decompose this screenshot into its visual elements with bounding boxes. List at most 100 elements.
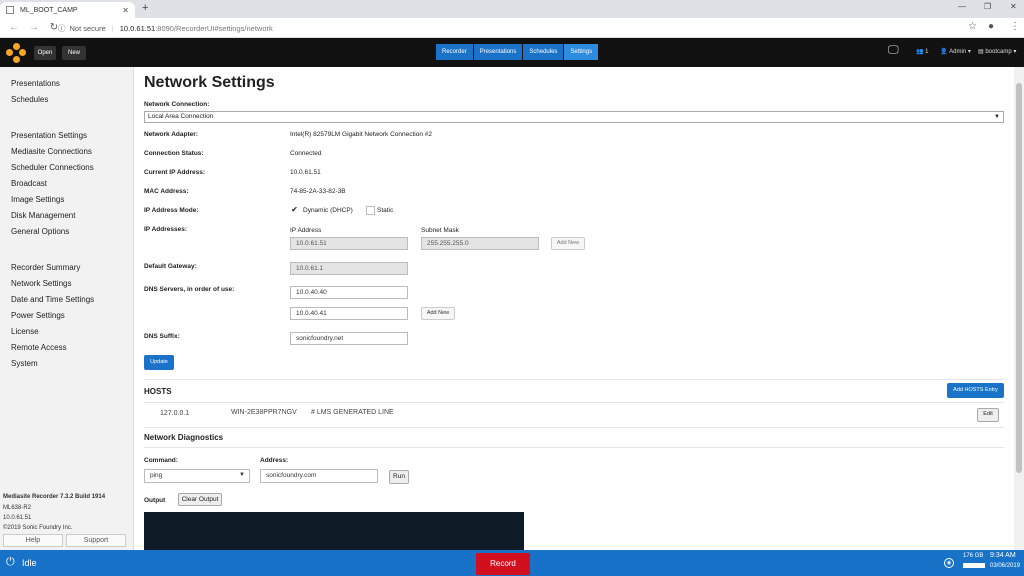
browser-tab-title: ML_BOOT_CAMP bbox=[20, 6, 78, 14]
minimize-icon[interactable]: — bbox=[958, 2, 966, 11]
page-title: Network Settings bbox=[144, 74, 275, 91]
sidebar-item-license[interactable]: License bbox=[11, 327, 39, 336]
chevron-down-icon: ▼ bbox=[239, 472, 245, 478]
open-button[interactable]: Open bbox=[34, 46, 56, 60]
gateway-input[interactable]: 10.0.61.1 bbox=[290, 262, 408, 275]
current-ip-value: 10.0.61.51 bbox=[290, 169, 321, 176]
mask-column-label: Subnet Mask bbox=[421, 227, 459, 234]
network-connection-select[interactable]: Local Area Connection ▼ bbox=[144, 111, 1004, 123]
recorder-state: Idle bbox=[22, 558, 37, 568]
main-nav: Recorder Presentations Schedules Setting… bbox=[436, 44, 599, 60]
tab-settings[interactable]: Settings bbox=[564, 44, 599, 60]
user-icon: 👤 bbox=[940, 49, 948, 55]
disk-space: 176 GB bbox=[963, 553, 984, 559]
dns-label: DNS Servers, in order of use: bbox=[144, 286, 235, 293]
dns-suffix-label: DNS Suffix: bbox=[144, 333, 180, 340]
host-entry-comment: # LMS GENERATED LINE bbox=[311, 409, 394, 416]
mac-label: MAC Address: bbox=[144, 188, 189, 195]
hosts-title: HOSTS bbox=[144, 387, 172, 396]
dns-suffix-input[interactable]: sonicfoundry.net bbox=[290, 332, 408, 345]
command-select[interactable]: ping ▼ bbox=[144, 469, 250, 483]
url-input[interactable]: ⓘ Not secure | 10.0.61.51 :8090/Recorder… bbox=[58, 21, 978, 35]
sidebar-item-schedules[interactable]: Schedules bbox=[11, 95, 48, 104]
admin-menu[interactable]: 👤 Admin ▾ bbox=[940, 48, 971, 56]
command-label: Command: bbox=[144, 457, 178, 464]
add-dns-button[interactable]: Add New bbox=[421, 307, 455, 320]
monitor-icon[interactable]: 🖵 bbox=[888, 44, 899, 57]
dns2-input[interactable]: 10.0.40.41 bbox=[290, 307, 408, 320]
scrollbar-thumb[interactable] bbox=[1016, 83, 1022, 473]
forward-icon[interactable]: → bbox=[28, 22, 40, 33]
sidebar-item-power-settings[interactable]: Power Settings bbox=[11, 311, 65, 320]
disk-icon: ◉ bbox=[944, 558, 954, 568]
edit-host-button[interactable]: Edit bbox=[977, 408, 999, 422]
record-button[interactable]: Record bbox=[476, 553, 530, 575]
update-button[interactable]: Update bbox=[144, 355, 174, 370]
browser-tab[interactable]: ML_BOOT_CAMP ✕ bbox=[0, 2, 135, 18]
sidebar-item-image-settings[interactable]: Image Settings bbox=[11, 195, 64, 204]
sidebar-item-general-options[interactable]: General Options bbox=[11, 227, 69, 236]
close-window-icon[interactable]: ✕ bbox=[1010, 2, 1017, 11]
status-label: Connection Status: bbox=[144, 150, 204, 157]
url-host: 10.0.61.51 bbox=[119, 23, 156, 33]
dhcp-checkbox[interactable]: ✔ bbox=[290, 206, 299, 215]
dhcp-label: Dynamic (DHCP) bbox=[303, 207, 353, 214]
adapter-label: Network Adapter: bbox=[144, 131, 198, 138]
ip-address-input[interactable]: 10.0.61.51 bbox=[290, 237, 408, 250]
network-connection-value: Local Area Connection bbox=[148, 113, 214, 120]
app-header: Open New Recorder Presentations Schedule… bbox=[0, 38, 1024, 67]
menu-icon[interactable]: ⋮ bbox=[1010, 21, 1020, 32]
sidebar-item-date-time-settings[interactable]: Date and Time Settings bbox=[11, 295, 94, 304]
sidebar-item-scheduler-connections[interactable]: Scheduler Connections bbox=[11, 163, 94, 172]
divider bbox=[144, 427, 1004, 428]
sidebar-item-system[interactable]: System bbox=[11, 359, 38, 368]
device-ip: 10.0.61.51 bbox=[3, 515, 32, 521]
new-button[interactable]: New bbox=[62, 46, 86, 60]
mediasite-logo-icon bbox=[6, 43, 26, 63]
ip-mode-label: IP Address Mode: bbox=[144, 207, 199, 214]
sidebar-item-recorder-summary[interactable]: Recorder Summary bbox=[11, 263, 80, 272]
static-checkbox[interactable] bbox=[366, 206, 375, 215]
admin-label: Admin bbox=[949, 48, 967, 55]
divider bbox=[144, 447, 1004, 448]
help-button[interactable]: Help bbox=[3, 534, 63, 547]
static-label: Static bbox=[377, 207, 394, 214]
add-hosts-entry-button[interactable]: Add HOSTS Entry bbox=[947, 383, 1004, 398]
host-entry-name: WIN-2E38PPR7NGV bbox=[231, 409, 297, 416]
gateway-label: Default Gateway: bbox=[144, 263, 197, 270]
address-input[interactable]: sonicfoundry.com bbox=[260, 469, 378, 483]
support-button[interactable]: Support bbox=[66, 534, 126, 547]
restore-icon[interactable]: ❐ bbox=[984, 2, 991, 11]
profile-icon[interactable]: ● bbox=[988, 21, 994, 32]
tab-presentations[interactable]: Presentations bbox=[473, 44, 523, 60]
subnet-mask-input[interactable]: 255.255.255.0 bbox=[421, 237, 539, 250]
sidebar-item-presentations[interactable]: Presentations bbox=[11, 79, 60, 88]
tab-recorder[interactable]: Recorder bbox=[436, 44, 473, 60]
power-icon[interactable]: ⏻ bbox=[6, 556, 15, 569]
page-icon bbox=[6, 6, 14, 14]
sidebar-item-remote-access[interactable]: Remote Access bbox=[11, 343, 67, 352]
sidebar-item-mediasite-connections[interactable]: Mediasite Connections bbox=[11, 147, 92, 156]
run-button[interactable]: Run bbox=[389, 470, 409, 484]
add-ip-button[interactable]: Add New bbox=[551, 237, 585, 250]
back-icon[interactable]: ← bbox=[8, 22, 20, 33]
clear-output-button[interactable]: Clear Output bbox=[178, 493, 222, 506]
output-console[interactable] bbox=[144, 512, 524, 550]
output-label: Output bbox=[144, 497, 166, 504]
new-tab-icon[interactable]: + bbox=[142, 2, 148, 14]
server-icon: ▤ bbox=[978, 49, 984, 55]
scrollbar[interactable] bbox=[1014, 67, 1024, 550]
sidebar-item-presentation-settings[interactable]: Presentation Settings bbox=[11, 131, 87, 140]
close-tab-icon[interactable]: ✕ bbox=[122, 6, 129, 15]
tab-schedules[interactable]: Schedules bbox=[523, 44, 564, 60]
dns1-input[interactable]: 10.0.40.40 bbox=[290, 286, 408, 299]
sidebar-item-broadcast[interactable]: Broadcast bbox=[11, 179, 47, 188]
users-indicator[interactable]: 👥 1 bbox=[916, 48, 929, 56]
model-number: ML638-R2 bbox=[3, 505, 32, 511]
sidebar-item-disk-management[interactable]: Disk Management bbox=[11, 211, 75, 220]
sidebar-item-network-settings[interactable]: Network Settings bbox=[11, 279, 71, 288]
bookmark-star-icon[interactable]: ☆ bbox=[968, 21, 977, 32]
bootcamp-menu[interactable]: ▤ bootcamp ▾ bbox=[978, 48, 1016, 56]
status-value: Connected bbox=[290, 150, 322, 157]
info-icon[interactable]: ⓘ bbox=[58, 23, 66, 34]
